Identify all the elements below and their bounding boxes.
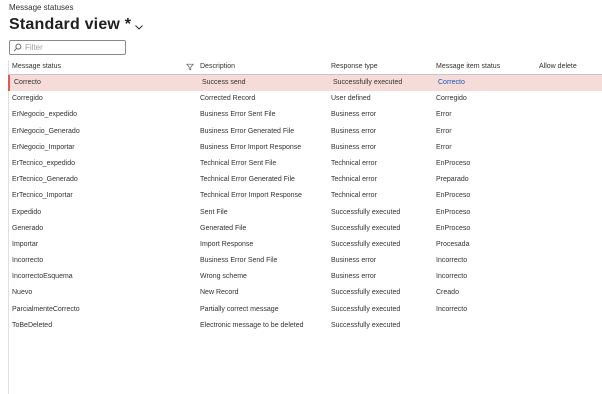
- table-row[interactable]: ErTecnico_expedido Technical Error Sent F…: [8, 156, 602, 172]
- cell-response-type: Successfully executed: [331, 208, 401, 216]
- cell-response-type: Successfully executed: [333, 79, 403, 86]
- cell-message-status: Generado: [12, 224, 44, 232]
- cell-message-item-status: Error: [436, 127, 452, 135]
- message-status-grid: Message status Description Response type…: [8, 60, 602, 334]
- cell-message-status: Corregido: [12, 95, 43, 103]
- cell-response-type: Technical error: [331, 192, 377, 200]
- column-header-message-item-status[interactable]: Message item status: [436, 63, 500, 70]
- cell-response-type: Technical error: [331, 176, 377, 184]
- cell-description: Import Response: [200, 240, 254, 248]
- cell-response-type: Successfully executed: [331, 289, 401, 297]
- cell-message-item-status: EnProceso: [436, 208, 471, 216]
- cell-message-item-status: Corregido: [436, 95, 467, 103]
- cell-message-item-status: EnProceso: [436, 192, 471, 200]
- cell-response-type: Successfully executed: [331, 321, 401, 329]
- cell-message-status: ErTecnico_Importar: [12, 192, 73, 200]
- cell-message-status: ErNegocio_Generado: [12, 127, 80, 135]
- cell-message-item-status: Incorrecto: [436, 273, 468, 281]
- column-header-response-type[interactable]: Response type: [331, 63, 378, 70]
- table-row[interactable]: Generado Generated File Successfully execu…: [8, 221, 602, 237]
- cell-message-item-status: Incorrecto: [436, 305, 468, 313]
- cell-message-item-status: Procesada: [436, 240, 470, 248]
- cell-message-item-status: EnProceso: [436, 224, 471, 232]
- cell-message-item-status: Error: [436, 111, 452, 119]
- cell-message-status: IncorrectoEsquema: [12, 273, 73, 281]
- cell-description: Partially correct message: [200, 305, 279, 313]
- cell-description: Technical Error Sent File: [200, 159, 277, 167]
- table-row[interactable]: Incorrecto Business Error Send File Busine…: [8, 253, 602, 269]
- cell-description: Technical Error Import Response: [200, 192, 302, 200]
- cell-description: Business Error Sent File: [200, 111, 276, 119]
- chevron-down-icon[interactable]: [134, 22, 144, 32]
- cell-response-type: Technical error: [331, 159, 377, 167]
- cell-message-status: ErTecnico_Generado: [12, 176, 78, 184]
- cell-response-type: Successfully executed: [331, 224, 401, 232]
- table-row[interactable]: ErNegocio_Importar Business Error Import …: [8, 140, 602, 156]
- cell-message-item-status: Incorrecto: [436, 257, 468, 265]
- cell-response-type: Successfully executed: [331, 305, 401, 313]
- cell-response-type: Business error: [331, 127, 377, 135]
- column-header-description[interactable]: Description: [200, 63, 235, 70]
- table-row[interactable]: ErTecnico_Importar Technical Error Import…: [8, 188, 602, 204]
- funnel-icon[interactable]: [186, 63, 194, 71]
- grid-header: Message status Description Response type…: [8, 60, 602, 75]
- cell-description: Wrong scheme: [200, 273, 247, 281]
- column-header-message-status[interactable]: Message status: [12, 63, 61, 70]
- table-row[interactable]: ToBeDeleted Electronic message to be dele…: [8, 318, 602, 334]
- cell-response-type: User defined: [331, 95, 371, 103]
- page-caption: Message statuses: [9, 3, 74, 12]
- cell-response-type: Successfully executed: [331, 240, 401, 248]
- grid-body: Correcto Success send Successfully execute…: [8, 75, 602, 334]
- view-selector[interactable]: Standard view *: [9, 16, 144, 34]
- cell-description: Business Error Generated File: [200, 127, 295, 135]
- cell-message-status: ErTecnico_expedido: [12, 159, 76, 167]
- cell-message-status: ErNegocio_Importar: [12, 143, 75, 151]
- table-row[interactable]: ErNegocio_Generado Business Error Generat…: [8, 124, 602, 140]
- cell-message-status: Incorrecto: [12, 257, 44, 265]
- cell-description: Business Error Import Response: [200, 143, 302, 151]
- table-row[interactable]: Expedido Sent File Successfully executed En…: [8, 205, 602, 221]
- column-header-allow-delete[interactable]: Allow delete: [539, 63, 577, 70]
- cell-response-type: Business error: [331, 273, 377, 281]
- cell-message-item-status: Error: [436, 143, 452, 151]
- cell-message-status: Correcto: [14, 79, 41, 86]
- cell-message-status: Importar: [12, 240, 39, 248]
- cell-message-item-status[interactable]: Correcto: [438, 79, 465, 86]
- table-row[interactable]: Correcto Success send Successfully execute…: [8, 75, 602, 92]
- cell-message-status: Nuevo: [12, 289, 33, 297]
- cell-response-type: Business error: [331, 143, 377, 151]
- cell-response-type: Business error: [331, 111, 377, 119]
- table-row[interactable]: Corregido Corrected Record User defined Cor…: [8, 91, 602, 107]
- cell-description: Business Error Send File: [200, 257, 278, 265]
- table-row[interactable]: Nuevo New Record Successfully executed Crea…: [8, 285, 602, 301]
- cell-message-status: ToBeDeleted: [12, 321, 53, 329]
- table-row[interactable]: ErNegocio_expedido Business Error Sent Fi…: [8, 107, 602, 123]
- cell-description: Success send: [202, 79, 246, 86]
- table-row[interactable]: ErTecnico_Generado Technical Error Genera…: [8, 172, 602, 188]
- cell-message-item-status: Creado: [436, 289, 459, 297]
- filter-box[interactable]: [9, 40, 126, 55]
- cell-description: Technical Error Generated File: [200, 176, 295, 184]
- cell-message-item-status: EnProceso: [436, 159, 471, 167]
- cell-response-type: Business error: [331, 257, 377, 265]
- cell-description: Generated File: [200, 224, 247, 232]
- cell-description: Corrected Record: [200, 95, 256, 103]
- table-row[interactable]: Importar Import Response Successfully exec…: [8, 237, 602, 253]
- filter-input[interactable]: [25, 43, 125, 52]
- cell-description: Electronic message to be deleted: [200, 321, 304, 329]
- table-row[interactable]: IncorrectoEsquema Wrong scheme Business er…: [8, 269, 602, 285]
- cell-message-item-status: Preparado: [436, 176, 469, 184]
- cell-message-status: ErNegocio_expedido: [12, 111, 77, 119]
- cell-message-status: Expedido: [12, 208, 42, 216]
- cell-description: Sent File: [200, 208, 228, 216]
- view-title[interactable]: Standard view *: [9, 16, 131, 34]
- cell-message-status: ParcialmenteCorrecto: [12, 305, 80, 313]
- search-icon: [13, 43, 22, 52]
- table-row[interactable]: ParcialmenteCorrecto Partially correct me…: [8, 302, 602, 318]
- cell-description: New Record: [200, 289, 239, 297]
